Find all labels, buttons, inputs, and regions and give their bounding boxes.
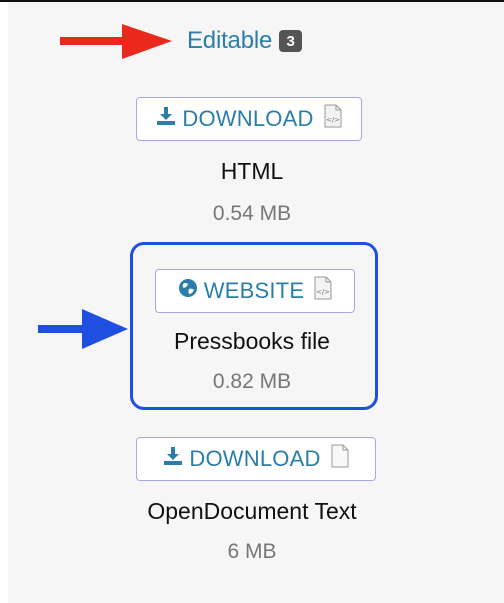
format-name-odt: OpenDocument Text	[147, 498, 357, 524]
blank-file-icon	[331, 444, 349, 474]
code-file-icon: </>	[314, 276, 332, 306]
format-name-html: HTML	[220, 158, 284, 184]
website-pressbooks-button[interactable]: WEBSITE </>	[155, 269, 355, 313]
format-size-pressbooks: 0.82 MB	[212, 370, 292, 393]
download-odt-button[interactable]: DOWNLOAD	[136, 437, 376, 481]
code-file-icon: </>	[324, 104, 342, 134]
download-icon	[163, 446, 183, 472]
globe-icon	[178, 278, 198, 304]
format-size-html: 0.54 MB	[212, 202, 292, 225]
count-badge: 3	[279, 30, 303, 52]
red-arrow-annotation	[60, 24, 172, 59]
download-icon	[156, 106, 176, 132]
download-html-button[interactable]: DOWNLOAD </>	[136, 97, 362, 141]
svg-text:</>: </>	[326, 116, 340, 124]
format-name-pressbooks: Pressbooks file	[174, 328, 330, 354]
download-odt-label: DOWNLOAD	[189, 446, 321, 471]
download-html-label: DOWNLOAD	[182, 106, 314, 131]
format-size-odt: 6 MB	[227, 540, 277, 563]
svg-text:</>: </>	[316, 288, 330, 296]
editable-link[interactable]: Editable	[187, 27, 272, 55]
website-label: WEBSITE	[203, 278, 305, 303]
editable-heading: Editable 3	[187, 24, 303, 58]
